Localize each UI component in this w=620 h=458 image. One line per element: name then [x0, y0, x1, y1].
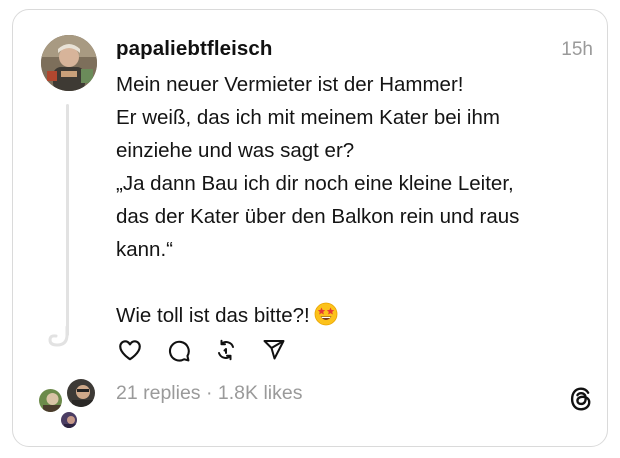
- send-icon: [263, 340, 285, 360]
- post-timestamp: 15h: [561, 39, 593, 60]
- post-line: Er weiß, das ich mit meinem Kater bei ih…: [116, 106, 500, 129]
- post-line: kann.“: [116, 238, 173, 261]
- post-stats: 21 replies · 1.8K likes: [116, 382, 302, 405]
- likes-count[interactable]: 1.8K likes: [218, 382, 303, 404]
- post-line-last: Wie toll ist das bitte?!: [116, 299, 586, 336]
- post-line-text: Wie toll ist das bitte?!: [116, 304, 310, 327]
- replier-avatar: [65, 377, 97, 409]
- repost-button[interactable]: [212, 336, 240, 364]
- reply-button[interactable]: [164, 336, 192, 364]
- heart-icon: [119, 340, 141, 361]
- star-struck-emoji: [314, 302, 338, 336]
- author-avatar[interactable]: [41, 35, 97, 91]
- comment-icon: [168, 340, 190, 362]
- post-line: das der Kater über den Balkon rein und r…: [116, 205, 520, 228]
- replier-avatar: [59, 410, 79, 430]
- threads-logo-icon[interactable]: [568, 386, 594, 412]
- post-line: „Ja dann Bau ich dir noch eine kleine Le…: [116, 172, 514, 195]
- thread-line: [66, 104, 69, 336]
- post-line: [116, 266, 586, 299]
- replier-avatar: [37, 387, 64, 414]
- post-line: Mein neuer Vermieter ist der Hammer!: [116, 73, 464, 96]
- author-username[interactable]: papaliebtfleisch: [116, 37, 273, 61]
- repost-icon: [218, 339, 234, 361]
- replies-count[interactable]: 21 replies: [116, 382, 201, 404]
- like-button[interactable]: [116, 336, 144, 364]
- stats-separator: ·: [205, 382, 213, 404]
- replier-avatars[interactable]: [37, 377, 101, 431]
- action-bar: [116, 336, 288, 364]
- thread-curl: [48, 325, 69, 347]
- post-text: Mein neuer Vermieter ist der Hammer! Er …: [116, 68, 586, 336]
- post-line: einziehe und was sagt er?: [116, 139, 355, 162]
- share-button[interactable]: [260, 336, 288, 364]
